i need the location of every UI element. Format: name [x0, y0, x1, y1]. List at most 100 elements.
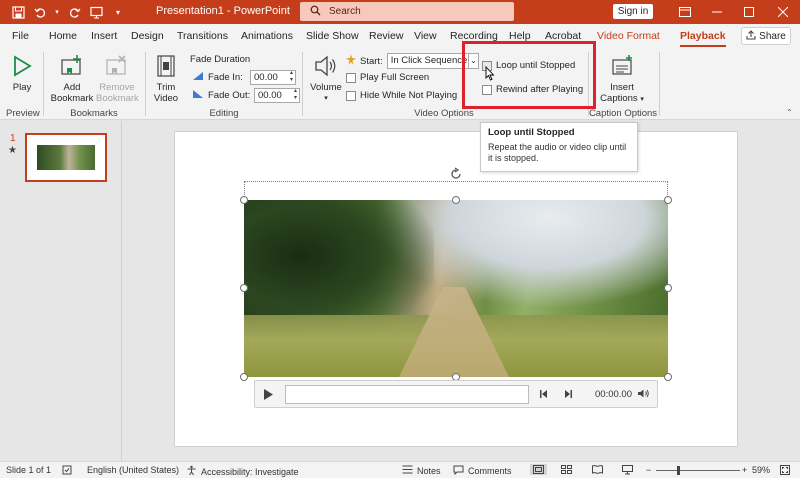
hide-while-not-playing-checkbox[interactable] [346, 90, 356, 101]
language-indicator[interactable]: English (United States) [87, 465, 179, 475]
start-row: Start: In Click Sequence [346, 53, 475, 69]
tab-animations[interactable]: Animations [241, 30, 293, 42]
media-step-back-icon[interactable] [539, 389, 549, 402]
insert-captions-button[interactable]: Insert Captions ▾ [596, 52, 648, 105]
zoom-in-icon[interactable]: + [742, 465, 747, 475]
zoom-level[interactable]: 59% [752, 465, 770, 475]
share-button[interactable]: Share [741, 27, 791, 45]
share-label: Share [759, 30, 786, 42]
media-play-icon[interactable] [263, 388, 274, 404]
rotate-handle-icon[interactable] [449, 167, 463, 181]
tab-insert[interactable]: Insert [91, 30, 117, 42]
group-label-editing: Editing [209, 108, 239, 119]
insert-captions-label-2: Captions ▾ [596, 93, 648, 105]
tab-design[interactable]: Design [131, 30, 164, 42]
insert-captions-dropdown-icon: ▾ [640, 96, 644, 103]
hide-while-not-playing-row[interactable]: Hide While Not Playing [346, 90, 457, 101]
play-full-screen-checkbox[interactable] [346, 72, 356, 83]
reading-view-icon[interactable] [592, 465, 603, 474]
spelling-check-icon[interactable] [62, 465, 72, 475]
start-label: Start: [360, 55, 383, 67]
tooltip-title: Loop until Stopped [488, 127, 575, 138]
play-full-screen-label: Play Full Screen [360, 72, 430, 83]
play-icon [8, 52, 36, 80]
redo-icon[interactable] [66, 4, 82, 20]
zoom-slider-thumb[interactable] [677, 466, 680, 475]
maximize-icon[interactable] [732, 0, 766, 24]
tooltip: Loop until Stopped Repeat the audio or v… [480, 122, 638, 172]
comments-button[interactable]: Comments [453, 465, 512, 477]
undo-icon[interactable] [32, 4, 48, 20]
quick-access-toolbar: ▾ ▾ [10, 4, 126, 20]
add-bookmark-button[interactable]: Add Bookmark [50, 52, 94, 104]
group-label-bookmarks: Bookmarks [70, 108, 118, 119]
undo-dropdown-icon[interactable]: ▾ [54, 4, 60, 20]
media-step-forward-icon[interactable] [563, 389, 573, 402]
normal-view-icon[interactable] [530, 464, 547, 475]
window-title: Presentation1 - PowerPoint [156, 5, 290, 17]
play-button[interactable]: Play [8, 52, 36, 93]
play-full-screen-row[interactable]: Play Full Screen [346, 72, 429, 83]
sign-in-button[interactable]: Sign in [613, 4, 653, 19]
zoom-out-icon[interactable]: − [646, 465, 651, 475]
accessibility-status[interactable]: Accessibility: Investigate [186, 465, 299, 478]
notes-button[interactable]: Notes [402, 465, 441, 476]
minimize-icon[interactable] [700, 0, 734, 24]
close-icon[interactable] [766, 0, 800, 24]
media-timeline-track[interactable] [285, 385, 529, 404]
volume-button[interactable]: Volume ▾ [309, 52, 343, 104]
add-bookmark-label-2: Bookmark [50, 93, 94, 104]
collapse-ribbon-icon[interactable]: ⌃ [786, 108, 793, 117]
fade-out-row: Fade Out: 00.00 [192, 88, 300, 103]
fade-in-label: Fade In: [208, 72, 243, 83]
fade-out-input[interactable]: 00.00 [254, 88, 300, 103]
slide-thumbnail[interactable] [25, 133, 107, 182]
resize-handle-top-left[interactable] [240, 196, 248, 204]
media-control-bar: 00:00.00 [254, 380, 658, 408]
slide-thumbnail-pane: 1 ★ [0, 121, 122, 461]
start-icon [346, 54, 356, 68]
play-label: Play [12, 82, 32, 93]
resize-handle-top[interactable] [452, 196, 460, 204]
group-label-video-options: Video Options [414, 108, 474, 119]
slide-count: Slide 1 of 1 [6, 465, 52, 475]
tab-transitions[interactable]: Transitions [177, 30, 228, 42]
notes-icon [402, 465, 413, 476]
trim-video-button[interactable]: Trim Video [152, 52, 180, 104]
notes-label: Notes [417, 465, 441, 476]
save-icon[interactable] [10, 4, 26, 20]
fade-in-icon [192, 71, 204, 84]
resize-handle-right[interactable] [664, 284, 672, 292]
tab-view[interactable]: View [414, 30, 437, 42]
status-bar: Slide 1 of 1 English (United States) Acc… [0, 461, 800, 478]
present-from-beginning-icon[interactable] [88, 4, 104, 20]
resize-handle-top-right[interactable] [664, 196, 672, 204]
zoom-slider-track[interactable] [656, 470, 740, 471]
remove-bookmark-label-1: Remove [99, 82, 135, 93]
group-label-caption-options: Caption Options [588, 108, 658, 119]
group-separator [659, 52, 660, 116]
tab-home[interactable]: Home [49, 30, 77, 42]
slide-sorter-view-icon[interactable] [561, 465, 572, 474]
media-volume-icon[interactable] [637, 388, 650, 402]
resize-handle-bottom-left[interactable] [240, 373, 248, 381]
fade-in-input[interactable]: 00.00 [250, 70, 296, 85]
accessibility-label: Accessibility: Investigate [201, 466, 299, 477]
slide-show-view-icon[interactable] [622, 465, 633, 475]
tab-video-format[interactable]: Video Format [597, 30, 660, 42]
insert-captions-label-text: Captions [600, 93, 638, 104]
remove-bookmark-button[interactable]: Remove Bookmark [96, 52, 139, 104]
customize-qat-icon[interactable]: ▾ [110, 4, 126, 20]
tab-review[interactable]: Review [369, 30, 403, 42]
ribbon-display-options-icon[interactable] [668, 0, 702, 24]
tab-slide-show[interactable]: Slide Show [306, 30, 359, 42]
fade-out-label: Fade Out: [208, 90, 251, 101]
fit-slide-to-window-icon[interactable] [780, 465, 790, 475]
resize-handle-left[interactable] [240, 284, 248, 292]
resize-handle-bottom-right[interactable] [664, 373, 672, 381]
tab-playback[interactable]: Playback [680, 30, 726, 47]
tab-file[interactable]: File [12, 30, 29, 42]
remove-bookmark-label-2: Bookmark [96, 93, 139, 104]
video-object[interactable] [244, 200, 668, 377]
search-box[interactable]: Search [300, 2, 514, 21]
